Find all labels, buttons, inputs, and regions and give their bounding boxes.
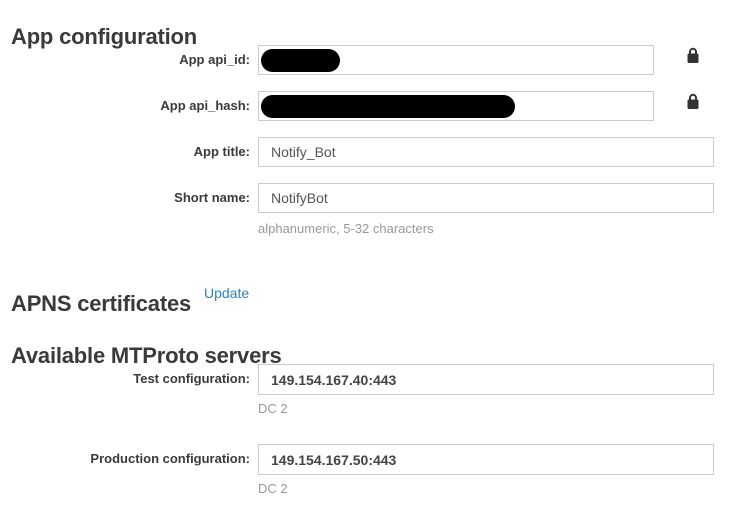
api-hash-input[interactable] [258,91,654,121]
production-configuration-input[interactable] [258,444,714,475]
production-configuration-label: Production configuration: [0,444,250,474]
short-name-hint: alphanumeric, 5-32 characters [258,221,434,236]
lock-icon [686,93,700,110]
api-id-input[interactable] [258,45,654,75]
lock-icon [686,47,700,64]
apns-update-link[interactable]: Update [204,285,249,301]
app-title-label: App title: [0,137,250,167]
api-hash-label: App api_hash: [0,91,250,121]
short-name-input[interactable] [258,183,714,213]
test-configuration-hint: DC 2 [258,401,288,416]
apns-certificates-heading: APNS certificates [11,292,191,316]
app-configuration-page: App configuration App api_id: App api_ha… [0,0,752,506]
production-configuration-hint: DC 2 [258,481,288,496]
test-configuration-input[interactable] [258,364,714,395]
redacted-value [261,95,515,118]
api-id-label: App api_id: [0,45,250,75]
test-configuration-label: Test configuration: [0,364,250,394]
redacted-value [261,49,340,72]
short-name-label: Short name: [0,183,250,213]
app-title-input[interactable] [258,137,714,167]
